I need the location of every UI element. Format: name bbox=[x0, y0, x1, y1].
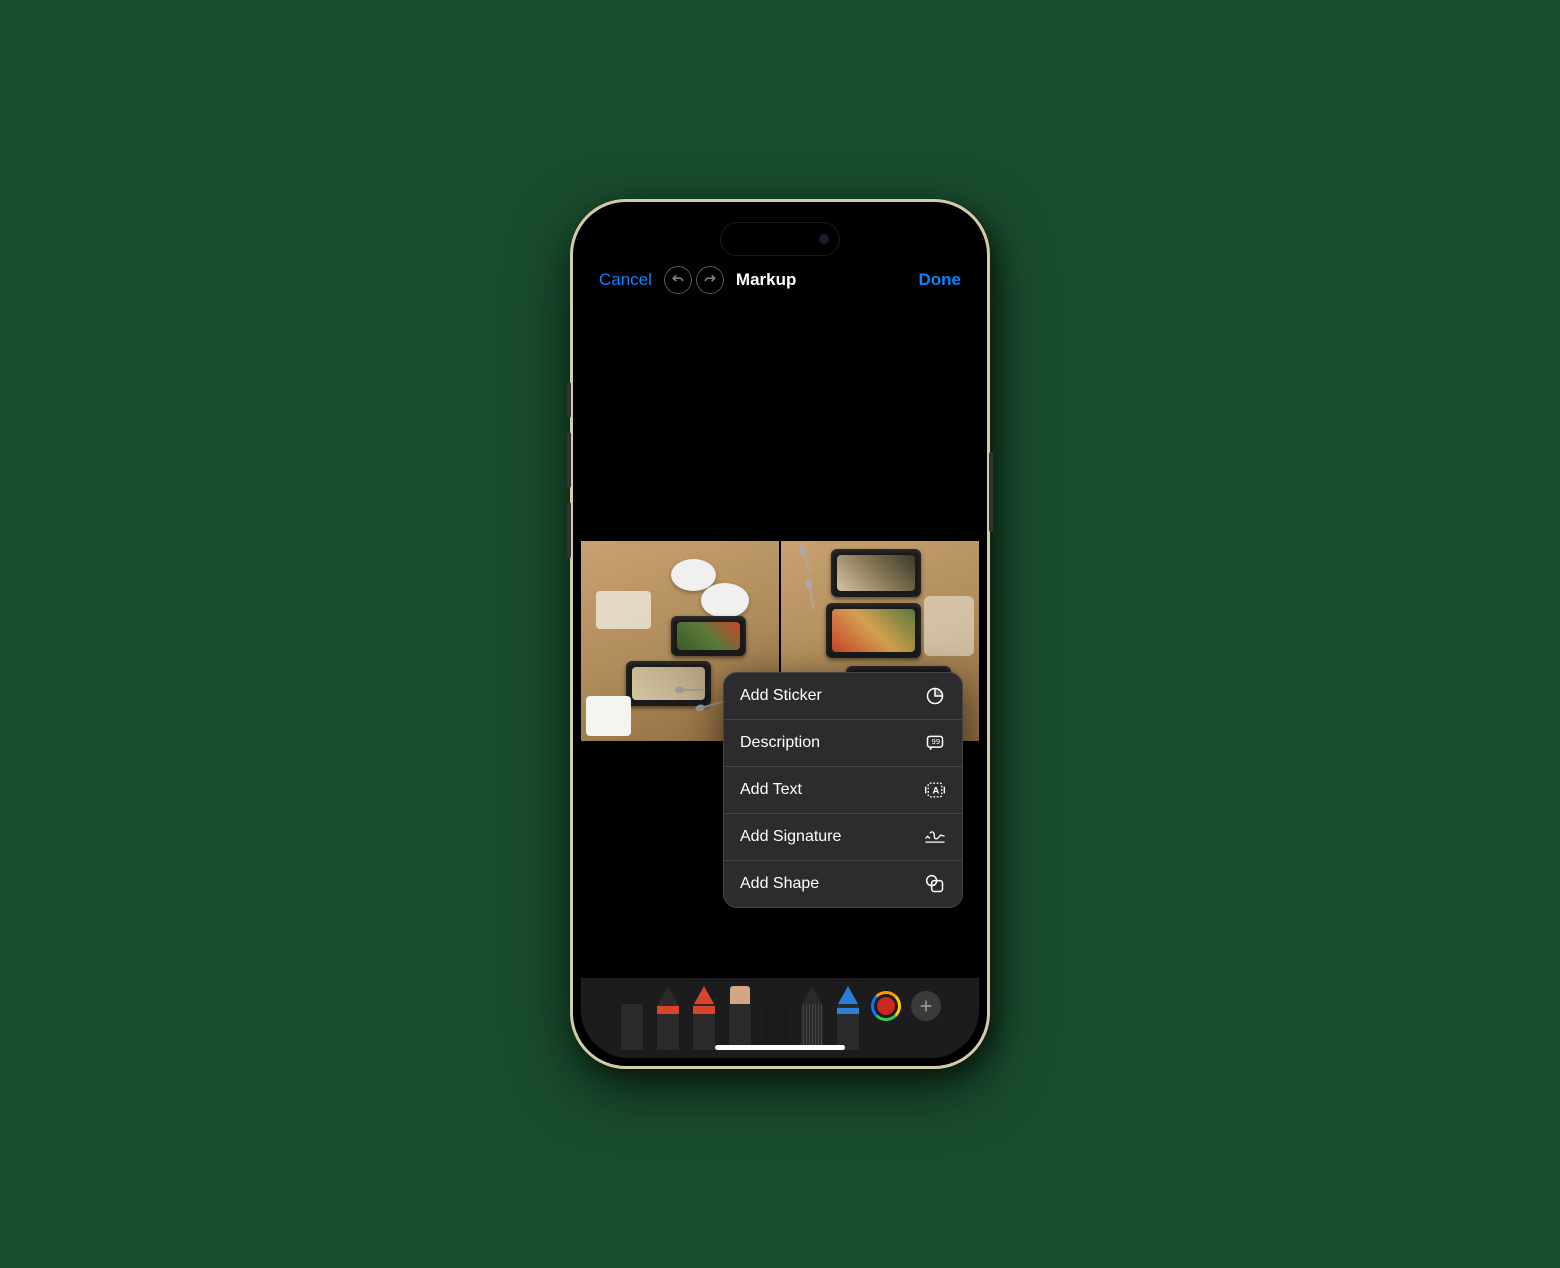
marker-tool[interactable] bbox=[655, 986, 681, 1050]
undo-button[interactable] bbox=[664, 266, 692, 294]
svg-text:99: 99 bbox=[932, 737, 940, 746]
menu-label: Add Shape bbox=[740, 875, 819, 893]
shape-icon bbox=[924, 873, 946, 895]
redo-button[interactable] bbox=[696, 266, 724, 294]
svg-text:A: A bbox=[932, 785, 939, 795]
cancel-button[interactable]: Cancel bbox=[599, 270, 652, 290]
menu-label: Add Sticker bbox=[740, 687, 822, 705]
add-signature-item[interactable]: Add Signature bbox=[724, 814, 962, 861]
menu-label: Description bbox=[740, 734, 820, 752]
menu-label: Add Signature bbox=[740, 828, 841, 846]
signature-icon bbox=[924, 826, 946, 848]
iphone-frame: Cancel Markup Done bbox=[570, 199, 990, 1069]
description-icon: 99 bbox=[924, 732, 946, 754]
dynamic-island bbox=[720, 222, 840, 256]
lasso-tool[interactable] bbox=[763, 986, 789, 1050]
add-shape-item[interactable]: Add Shape bbox=[724, 861, 962, 907]
pen-tool[interactable] bbox=[619, 986, 645, 1050]
add-button[interactable] bbox=[911, 991, 941, 1021]
add-menu-popup: Add Sticker Description 99 Add Text A bbox=[723, 672, 963, 908]
crayon-tool[interactable] bbox=[835, 986, 861, 1050]
canvas-area[interactable]: Add Sticker Description 99 Add Text A bbox=[581, 304, 979, 978]
menu-label: Add Text bbox=[740, 781, 802, 799]
page-title: Markup bbox=[736, 270, 796, 290]
pencil-tool[interactable] bbox=[691, 986, 717, 1050]
color-picker[interactable] bbox=[871, 991, 901, 1021]
add-text-item[interactable]: Add Text A bbox=[724, 767, 962, 814]
done-button[interactable]: Done bbox=[919, 270, 962, 290]
description-item[interactable]: Description 99 bbox=[724, 720, 962, 767]
sticker-icon bbox=[924, 685, 946, 707]
eraser-tool[interactable] bbox=[727, 986, 753, 1050]
home-indicator[interactable] bbox=[715, 1045, 845, 1050]
text-icon: A bbox=[924, 779, 946, 801]
screen: Cancel Markup Done bbox=[581, 210, 979, 1058]
ruler-tool[interactable] bbox=[799, 986, 825, 1050]
add-sticker-item[interactable]: Add Sticker bbox=[724, 673, 962, 720]
